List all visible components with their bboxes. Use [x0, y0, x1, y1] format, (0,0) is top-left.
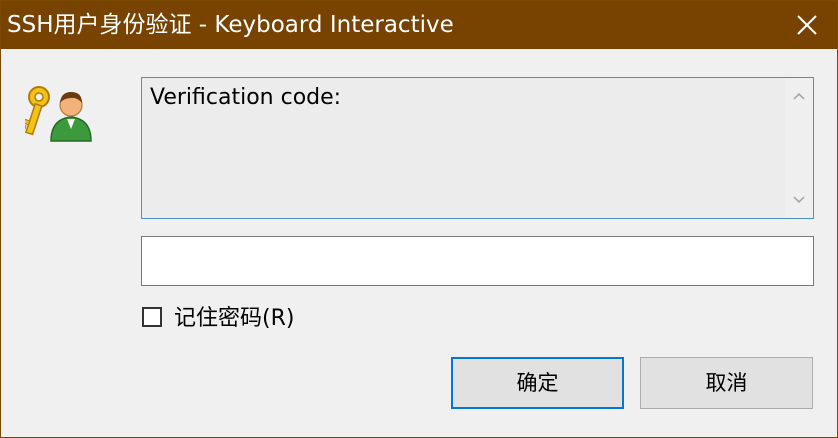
ok-button[interactable]: 确定: [451, 357, 624, 409]
close-icon: [797, 15, 817, 35]
window-title: SSH用户身份验证 - Keyboard Interactive: [7, 12, 454, 38]
close-button[interactable]: [777, 1, 837, 49]
chevron-up-icon: [793, 92, 805, 100]
key-user-icon: [18, 83, 93, 143]
scroll-down-button[interactable]: [785, 186, 813, 216]
ssh-auth-dialog: SSH用户身份验证 - Keyboard Interactive Verific…: [0, 0, 838, 438]
cancel-button[interactable]: 取消: [640, 357, 813, 409]
scroll-up-button[interactable]: [785, 82, 813, 112]
vertical-scrollbar[interactable]: [785, 78, 813, 218]
checkbox-box[interactable]: [142, 307, 162, 327]
chevron-down-icon: [793, 196, 805, 204]
response-input[interactable]: [141, 236, 814, 286]
title-bar: SSH用户身份验证 - Keyboard Interactive: [1, 1, 837, 49]
remember-password-label[interactable]: 记住密码(R): [174, 305, 294, 333]
prompt-textarea[interactable]: Verification code:: [141, 77, 814, 219]
prompt-text: Verification code:: [150, 85, 342, 110]
